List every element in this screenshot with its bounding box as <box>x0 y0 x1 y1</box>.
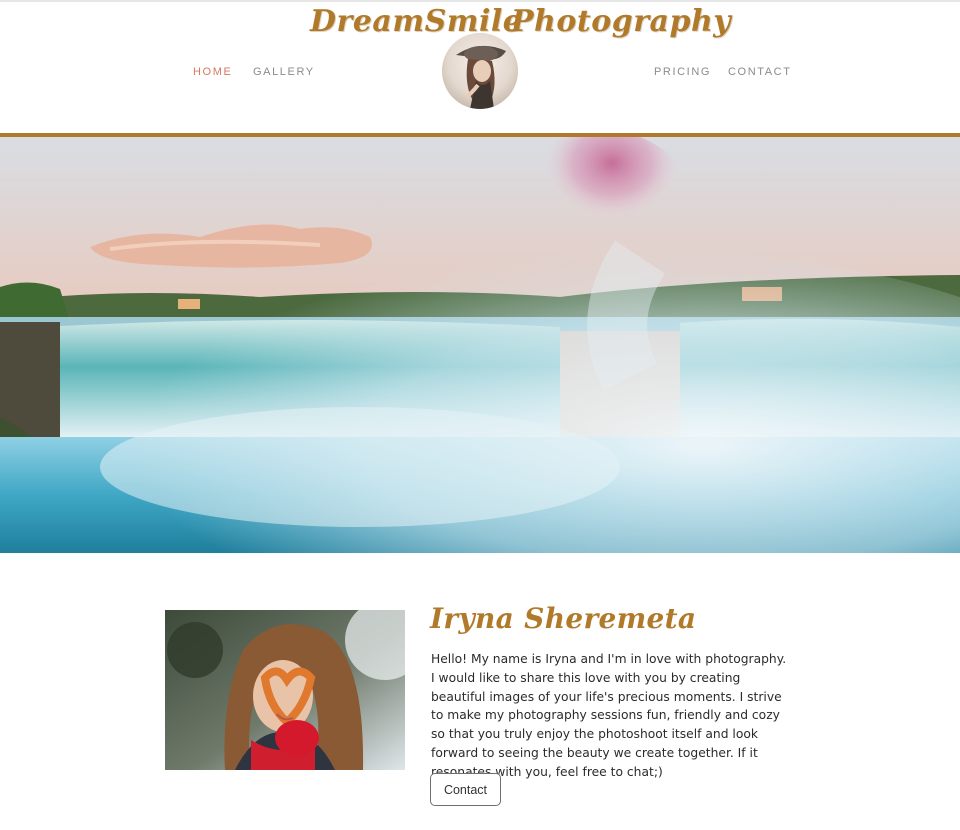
contact-button[interactable]: Contact <box>430 773 501 806</box>
brand-name-right: Photography <box>511 4 732 39</box>
nav-contact-link[interactable]: CONTACT <box>728 66 792 78</box>
nav-home-link[interactable]: HOME <box>193 66 232 78</box>
about-name-heading: Iryna Sheremeta <box>430 602 697 635</box>
nav-pricing-link[interactable]: PRICING <box>654 66 711 78</box>
profile-photo-image <box>165 610 405 770</box>
about-description: Hello! My name is Iryna and I'm in love … <box>431 652 787 779</box>
nav-gallery-link[interactable]: GALLERY <box>253 66 315 78</box>
hero-waterfall-image <box>0 137 960 553</box>
logo-portrait-image[interactable] <box>442 33 518 109</box>
